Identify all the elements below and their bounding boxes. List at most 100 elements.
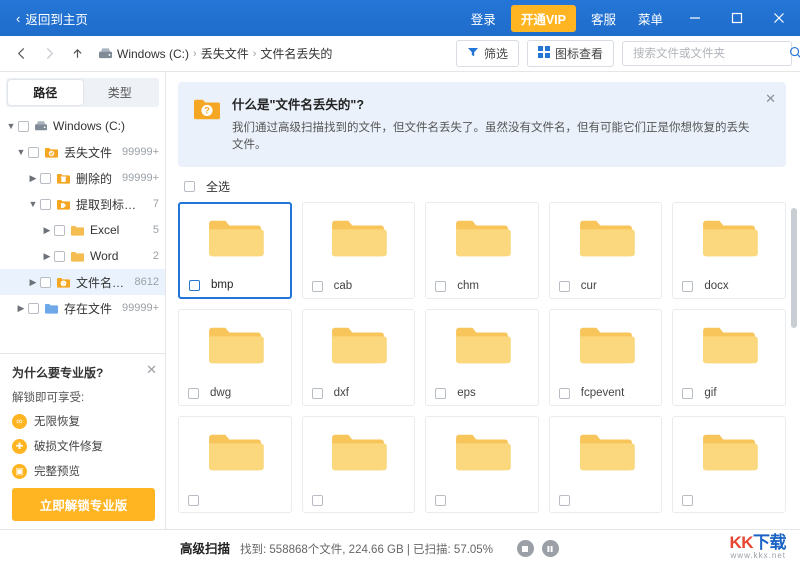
file-checkbox[interactable] [435, 387, 447, 399]
tree-item-existing-files[interactable]: ▶ 存在文件 99999+ [0, 295, 165, 321]
file-card[interactable]: eps [425, 308, 539, 406]
tree-item-deleted[interactable]: ▶ 删除的 99999+ [0, 165, 165, 191]
chevron-down-icon[interactable]: ▼ [4, 121, 18, 131]
file-checkbox[interactable] [188, 494, 199, 506]
file-card[interactable]: dwg [178, 308, 292, 406]
chevron-down-icon[interactable]: ▼ [14, 147, 28, 157]
scrollbar-thumb[interactable] [791, 207, 797, 328]
tree-item-word[interactable]: ▶ Word 2 [0, 243, 165, 269]
file-card[interactable] [178, 415, 292, 513]
file-checkbox[interactable] [435, 280, 447, 292]
sidebar: 路径 类型 ▼ Windows (C:) ▼ 丢失文件 99999+ ▶ 删除的… [0, 72, 166, 529]
info-banner-close-icon[interactable]: ✕ [765, 91, 776, 107]
tab-type[interactable]: 类型 [83, 80, 158, 105]
login-button[interactable]: 登录 [460, 4, 507, 33]
nav-back-icon[interactable] [8, 41, 34, 67]
breadcrumb-item-0[interactable]: Windows (C:) [117, 47, 189, 61]
file-checkbox[interactable] [558, 280, 570, 292]
tree-item-lost-files[interactable]: ▼ 丢失文件 99999+ [0, 139, 165, 165]
tree-checkbox[interactable] [28, 146, 39, 158]
content-scrollbar[interactable] [790, 202, 798, 530]
nav-forward-icon[interactable] [36, 41, 62, 67]
tree-checkbox[interactable] [54, 224, 65, 236]
tree-item-label: 删除的 [76, 171, 113, 186]
select-all-checkbox[interactable] [184, 180, 195, 192]
maximize-icon[interactable] [716, 0, 758, 36]
chevron-right-icon[interactable]: ▶ [40, 225, 54, 236]
file-card[interactable]: bmp [178, 201, 292, 299]
chevron-right-icon[interactable]: ▶ [26, 277, 40, 288]
close-icon[interactable] [758, 0, 800, 36]
open-vip-button[interactable]: 开通VIP [510, 4, 576, 32]
promo-close-icon[interactable]: ✕ [146, 362, 157, 378]
file-checkbox[interactable] [682, 387, 694, 399]
file-card[interactable]: cab [301, 201, 416, 299]
file-checkbox[interactable] [435, 494, 447, 506]
stop-icon[interactable] [516, 540, 534, 558]
file-checkbox[interactable] [311, 387, 323, 399]
tree-checkbox[interactable] [28, 302, 39, 314]
folder-thumbnail-icon [303, 203, 415, 274]
file-card[interactable] [425, 415, 539, 513]
file-checkbox[interactable] [682, 280, 694, 292]
file-checkbox[interactable] [311, 494, 323, 506]
file-card[interactable]: docx [672, 201, 786, 299]
minimize-icon[interactable] [674, 0, 716, 36]
chevron-right-icon[interactable]: ▶ [40, 251, 54, 262]
file-checkbox[interactable] [189, 279, 200, 291]
file-card[interactable]: dxf [301, 308, 416, 406]
chevron-right-icon[interactable]: ▶ [14, 303, 28, 314]
breadcrumb-item-1[interactable]: 丢失文件 [201, 45, 249, 62]
tree-checkbox[interactable] [54, 250, 65, 262]
file-checkbox[interactable] [188, 387, 199, 399]
file-label: fcpevent [580, 387, 625, 399]
file-card[interactable] [301, 415, 416, 513]
tree-item-count: 99999+ [121, 302, 159, 314]
tree-checkbox[interactable] [40, 198, 51, 210]
search-icon[interactable] [789, 46, 800, 62]
promo-subtitle: 解锁即可享受: [12, 392, 85, 404]
chevron-down-icon[interactable]: ▼ [26, 199, 40, 209]
scan-status: 高级扫描 找到: 558868个文件, 224.66 GB | 已扫描: 57.… [0, 538, 559, 558]
tree-item-extracted-tags[interactable]: ▼ 提取到标签的 7 [0, 191, 165, 217]
tree-item-count: 7 [152, 198, 159, 210]
tree-checkbox[interactable] [18, 120, 29, 132]
folder-thumbnail-icon [673, 417, 785, 488]
menu-button[interactable]: 菜单 [627, 4, 674, 33]
back-to-home-button[interactable]: ‹ 返回到主页 [10, 5, 94, 32]
watermark-sub: www.kkx.net [730, 551, 786, 561]
file-card[interactable] [548, 415, 663, 513]
status-bar: 高级扫描 找到: 558868个文件, 224.66 GB | 已扫描: 57.… [0, 529, 800, 565]
file-checkbox[interactable] [558, 494, 570, 506]
filter-button[interactable]: 筛选 [455, 40, 519, 67]
search-box[interactable] [622, 41, 800, 66]
file-checkbox[interactable] [558, 387, 570, 399]
file-card[interactable]: gif [672, 308, 786, 406]
scan-title: 高级扫描 [180, 541, 231, 556]
tree-checkbox[interactable] [40, 172, 51, 184]
file-card-caption: chm [426, 274, 538, 298]
view-mode-button[interactable]: 图标查看 [526, 40, 614, 67]
file-checkbox[interactable] [311, 280, 323, 292]
file-grid: bmp cab chm cur docx dwg dxf eps fcpeven… [178, 201, 786, 513]
tab-path[interactable]: 路径 [8, 80, 83, 105]
file-card[interactable]: fcpevent [548, 308, 663, 406]
unlock-pro-button[interactable]: 立即解锁专业版 [12, 488, 155, 521]
file-checkbox[interactable] [682, 494, 694, 506]
folder-orange-icon [44, 146, 59, 159]
select-all-row[interactable]: 全选 [166, 167, 800, 202]
tree-item-windows-c[interactable]: ▼ Windows (C:) [0, 113, 165, 139]
watermark-rest: 下载 [753, 532, 787, 552]
file-card[interactable]: chm [425, 201, 539, 299]
breadcrumb-item-2[interactable]: 文件名丢失的 [260, 45, 332, 62]
chevron-right-icon[interactable]: ▶ [26, 173, 40, 184]
tree-item-filename-lost[interactable]: ▶ ? 文件名丢失的 8612 [0, 269, 165, 295]
search-input[interactable] [631, 46, 789, 61]
pause-icon[interactable] [541, 540, 559, 558]
support-button[interactable]: 客服 [580, 4, 627, 33]
file-card[interactable]: cur [548, 201, 663, 299]
nav-up-icon[interactable] [64, 41, 90, 67]
tree-checkbox[interactable] [40, 276, 51, 288]
file-card[interactable] [672, 415, 786, 513]
tree-item-excel[interactable]: ▶ Excel 5 [0, 217, 165, 243]
